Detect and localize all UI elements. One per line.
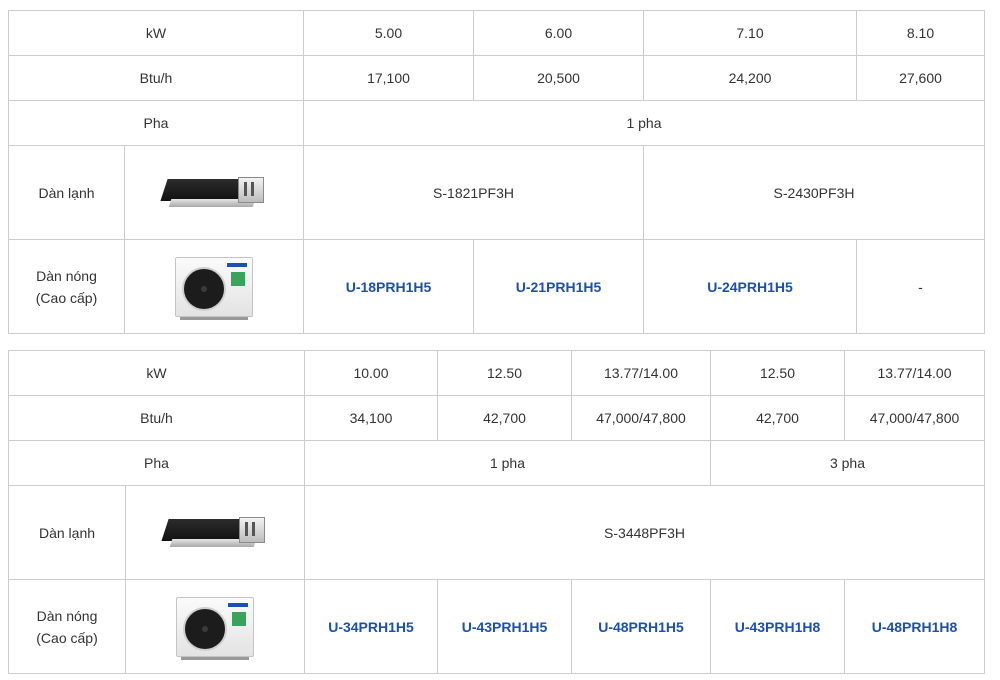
indoor-model: S-2430PF3H: [643, 145, 985, 240]
kw-value: 7.10: [643, 10, 857, 56]
outdoor-image-cell: [125, 579, 305, 674]
btu-value: 20,500: [473, 55, 644, 101]
btu-value: 42,700: [710, 395, 845, 441]
row-outdoor: Dàn nóng (Cao cấp) U-18PRH1H5 U-21PRH1H5…: [8, 239, 985, 334]
outdoor-unit-image: [175, 256, 253, 320]
outdoor-model-link[interactable]: U-21PRH1H5: [473, 239, 644, 334]
kw-value: 12.50: [710, 350, 845, 396]
indoor-model: S-3448PF3H: [304, 485, 985, 580]
kw-value: 13.77/14.00: [571, 350, 711, 396]
outdoor-model-link[interactable]: U-43PRH1H5: [437, 579, 572, 674]
btu-value: 34,100: [304, 395, 438, 441]
spec-table-1: kW 5.00 6.00 7.10 8.10 Btu/h 17,100 20,5…: [8, 10, 985, 334]
kw-value: 8.10: [856, 10, 985, 56]
indoor-label: Dàn lạnh: [8, 145, 125, 240]
btu-value: 27,600: [856, 55, 985, 101]
outdoor-model-link[interactable]: U-43PRH1H8: [710, 579, 845, 674]
outdoor-label: Dàn nóng (Cao cấp): [8, 239, 125, 334]
outdoor-model-link[interactable]: U-48PRH1H5: [571, 579, 711, 674]
btu-value: 47,000/47,800: [571, 395, 711, 441]
outdoor-label-line1: Dàn nóng: [36, 267, 97, 284]
kw-value: 12.50: [437, 350, 572, 396]
spec-table-2: kW 10.00 12.50 13.77/14.00 12.50 13.77/1…: [8, 350, 985, 674]
indoor-label: Dàn lạnh: [8, 485, 126, 580]
phase-value: 3 pha: [710, 440, 985, 486]
kw-value: 5.00: [303, 10, 474, 56]
outdoor-model-link[interactable]: U-48PRH1H8: [844, 579, 985, 674]
outdoor-model-link[interactable]: U-18PRH1H5: [303, 239, 474, 334]
row-phase: Pha 1 pha: [8, 100, 985, 146]
ducted-indoor-unit-image: [160, 173, 268, 213]
btu-value: 17,100: [303, 55, 474, 101]
row-kw: kW 5.00 6.00 7.10 8.10: [8, 10, 985, 56]
row-btu: Btu/h 17,100 20,500 24,200 27,600: [8, 55, 985, 101]
phase-value: 1 pha: [303, 100, 985, 146]
indoor-image-cell: [124, 145, 304, 240]
kw-value: 10.00: [304, 350, 438, 396]
btu-value: 47,000/47,800: [844, 395, 985, 441]
outdoor-unit-image: [176, 596, 254, 660]
row-indoor: Dàn lạnh S-1821PF3H S-2430PF3H: [8, 145, 985, 240]
row-phase: Pha 1 pha 3 pha: [8, 440, 985, 486]
btu-value: 24,200: [643, 55, 857, 101]
outdoor-label-line1: Dàn nóng: [36, 607, 98, 624]
ducted-indoor-unit-image: [161, 513, 269, 553]
kw-value: 6.00: [473, 10, 644, 56]
outdoor-label: Dàn nóng (Cao cấp): [8, 579, 126, 674]
kw-label: kW: [8, 10, 304, 56]
btu-label: Btu/h: [8, 395, 305, 441]
outdoor-label-line2: (Cao cấp): [35, 289, 98, 306]
outdoor-model-empty: -: [856, 239, 985, 334]
indoor-image-cell: [125, 485, 305, 580]
kw-label: kW: [8, 350, 305, 396]
btu-value: 42,700: [437, 395, 572, 441]
outdoor-label-line2: (Cao cấp): [36, 629, 98, 646]
row-outdoor: Dàn nóng (Cao cấp) U-34PRH1H5 U-43PRH1H5…: [8, 579, 985, 674]
phase-label: Pha: [8, 100, 304, 146]
kw-value: 13.77/14.00: [844, 350, 985, 396]
row-kw: kW 10.00 12.50 13.77/14.00 12.50 13.77/1…: [8, 350, 985, 396]
outdoor-model-link[interactable]: U-24PRH1H5: [643, 239, 857, 334]
indoor-model: S-1821PF3H: [303, 145, 644, 240]
row-indoor: Dàn lạnh S-3448PF3H: [8, 485, 985, 580]
outdoor-model-link[interactable]: U-34PRH1H5: [304, 579, 438, 674]
outdoor-image-cell: [124, 239, 304, 334]
row-btu: Btu/h 34,100 42,700 47,000/47,800 42,700…: [8, 395, 985, 441]
phase-value: 1 pha: [304, 440, 711, 486]
btu-label: Btu/h: [8, 55, 304, 101]
phase-label: Pha: [8, 440, 305, 486]
